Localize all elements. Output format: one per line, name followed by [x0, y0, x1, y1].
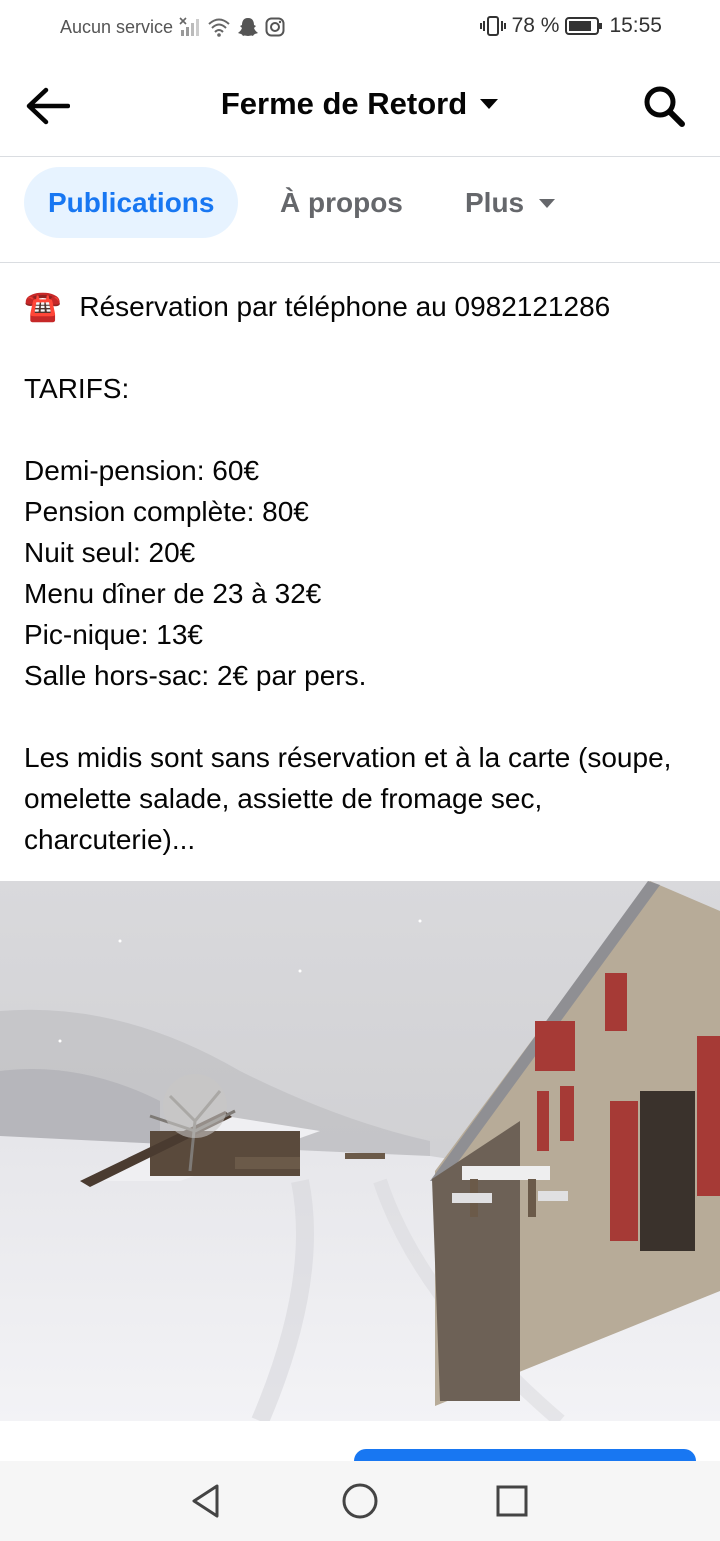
- tarifs-heading: TARIFS:: [24, 373, 130, 404]
- price-item: Salle hors-sac: 2€ par pers.: [24, 660, 367, 691]
- page-header: Ferme de Retord: [0, 56, 720, 157]
- status-left: Aucun service: [60, 16, 285, 38]
- carrier-text: Aucun service: [60, 16, 174, 37]
- tab-label: À propos: [280, 186, 403, 218]
- tab-more[interactable]: Plus: [465, 167, 556, 238]
- price-item: Pension complète: 80€: [24, 496, 309, 527]
- telephone-icon: ☎️: [24, 290, 62, 323]
- tab-label: Plus: [465, 186, 525, 218]
- snowy-farm-photo: [0, 881, 720, 1421]
- wifi-icon: [207, 17, 231, 37]
- tab-about[interactable]: À propos: [280, 167, 403, 238]
- page-title-dropdown[interactable]: Ferme de Retord: [0, 86, 720, 122]
- nav-recents-button[interactable]: [490, 1479, 534, 1523]
- page-tabs: Publications À propos Plus: [0, 158, 720, 263]
- price-item: Demi-pension: 60€: [24, 455, 260, 486]
- nav-back-button[interactable]: [184, 1479, 228, 1523]
- caret-down-icon: [539, 198, 556, 208]
- price-item: Pic-nique: 13€: [24, 619, 204, 650]
- square-recents-icon: [496, 1485, 528, 1517]
- battery-icon: [565, 16, 603, 36]
- search-button[interactable]: [640, 82, 688, 130]
- price-item: Menu dîner de 23 à 32€: [24, 578, 322, 609]
- status-right: 78 % 15:55: [479, 14, 662, 38]
- battery-percent: 78 %: [511, 14, 560, 37]
- page-title: Ferme de Retord: [220, 86, 468, 121]
- price-item: Nuit seul: 20€: [24, 537, 196, 568]
- caret-down-icon: [480, 99, 499, 109]
- triangle-back-icon: [192, 1484, 219, 1518]
- clock: 15:55: [609, 14, 662, 37]
- snapchat-icon: [237, 16, 259, 38]
- signal-off-icon: [179, 17, 201, 37]
- tab-publications[interactable]: Publications: [24, 167, 239, 238]
- vibrate-icon: [479, 15, 506, 37]
- system-nav-bar: [0, 1461, 720, 1541]
- cta-button[interactable]: [354, 1449, 696, 1461]
- nav-home-button[interactable]: [338, 1479, 382, 1523]
- lunch-paragraph: Les midis sont sans réservation et à la …: [24, 742, 672, 855]
- post-photo[interactable]: [0, 881, 720, 1421]
- post-footer-area: [0, 1421, 720, 1461]
- phone-line: ☎️ Réservation par téléphone au 09821212…: [24, 286, 704, 327]
- circle-home-icon: [342, 1483, 378, 1519]
- post-text: ☎️ Réservation par téléphone au 09821212…: [24, 286, 704, 860]
- phone-reservation-text: Réservation par téléphone au 0982121286: [79, 291, 611, 322]
- status-bar: Aucun service 78 % 15:55: [0, 0, 720, 56]
- search-icon: [644, 86, 685, 127]
- instagram-icon: [265, 17, 285, 37]
- tab-label: Publications: [48, 186, 215, 218]
